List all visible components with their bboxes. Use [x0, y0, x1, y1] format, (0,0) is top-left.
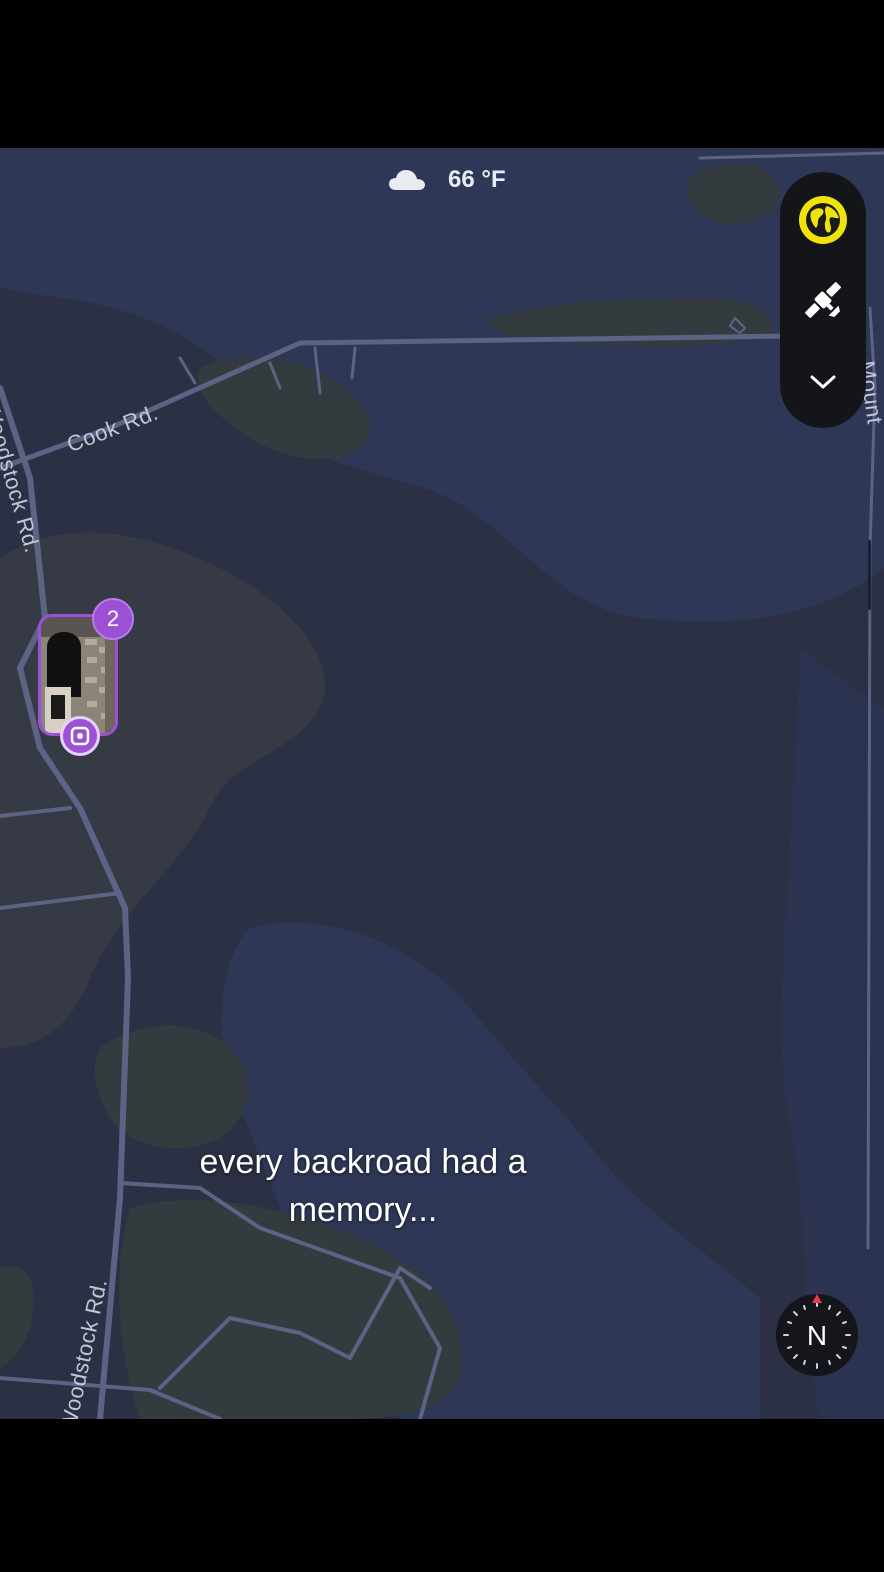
video-caption: every backroad had a memory... [120, 1138, 606, 1234]
map-layer-panel [780, 172, 866, 428]
cloud-icon [388, 168, 426, 192]
globe-view-button[interactable] [780, 182, 866, 258]
letterbox-top [0, 0, 884, 148]
caption-line-2: memory... [288, 1191, 438, 1229]
satellite-view-button[interactable] [780, 262, 866, 338]
park-southwest [0, 1266, 34, 1368]
letterbox-bottom [0, 1419, 884, 1572]
memories-icon [60, 716, 100, 756]
memory-count-badge: 2 [92, 598, 134, 640]
map-scrollbar [868, 540, 871, 610]
memory-pin[interactable]: 2 [38, 598, 134, 756]
chevron-down-icon [810, 375, 836, 389]
weather-widget: 66 °F [388, 162, 506, 198]
compass-button[interactable]: N [774, 1292, 860, 1378]
temperature-label: 66 °F [448, 166, 506, 193]
expand-layers-button[interactable] [780, 344, 866, 420]
park-central [94, 1025, 249, 1149]
compass-label: N [807, 1320, 827, 1351]
satellite-icon [805, 282, 841, 318]
caption-line-1: every backroad had a [199, 1143, 527, 1181]
compass-icon: N [776, 1294, 858, 1376]
globe-icon [799, 196, 847, 244]
